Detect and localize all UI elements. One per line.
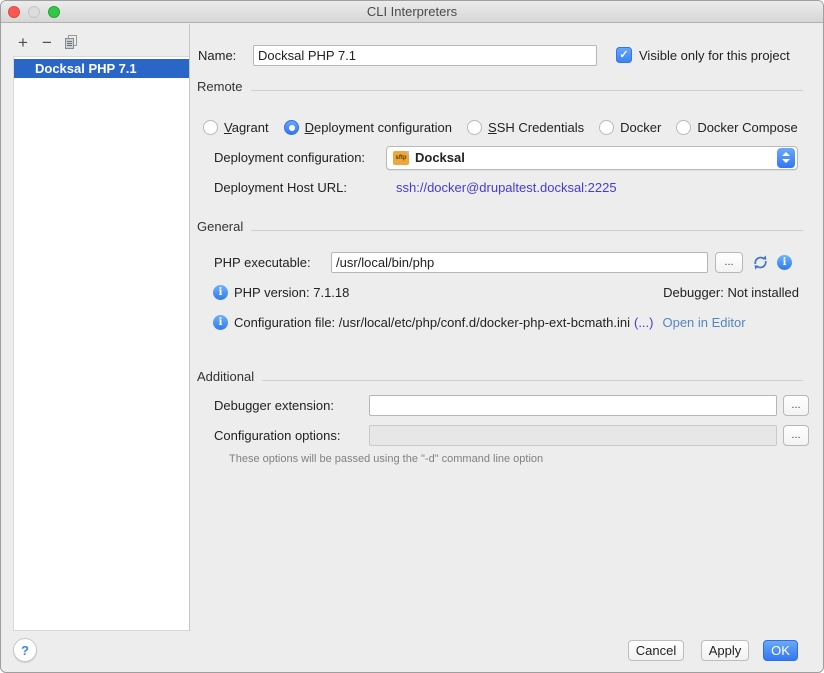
remote-section-header: Remote (197, 79, 243, 94)
section-divider-line (251, 81, 803, 91)
radio-ssh-label: SSH Credentials (488, 120, 584, 135)
radio-circle-selected (284, 120, 299, 135)
radio-deployment-configuration[interactable]: Deployment configuration (284, 120, 452, 135)
radio-vagrant-label: Vagrant (224, 120, 269, 135)
refresh-icon (752, 254, 769, 271)
section-divider-line (262, 371, 803, 381)
sidebar: + − Docksal PHP 7.1 (1, 24, 189, 672)
config-file-text: Configuration file: /usr/local/etc/php/c… (234, 315, 630, 330)
remove-button[interactable]: − (35, 31, 59, 53)
radio-vagrant[interactable]: Vagrant (203, 120, 269, 135)
radio-docker-compose[interactable]: Docker Compose (676, 120, 797, 135)
list-item-docksal-php[interactable]: Docksal PHP 7.1 (14, 59, 189, 78)
open-in-editor-link[interactable]: Open in Editor (662, 315, 745, 330)
configuration-options-input (369, 425, 777, 446)
chevron-down-icon (782, 159, 790, 163)
radio-docker-label: Docker (620, 120, 661, 135)
info-icon (777, 255, 792, 270)
deployment-config-select[interactable]: sftp Docksal (386, 146, 798, 170)
sftp-icon: sftp (393, 151, 409, 165)
name-input[interactable] (253, 45, 597, 66)
deployment-config-label: Deployment configuration: (214, 150, 386, 165)
host-url-value: ssh://docker@drupaltest.docksal:2225 (396, 180, 617, 195)
debugger-extension-label: Debugger extension: (214, 398, 369, 413)
configuration-options-browse-button[interactable]: ... (783, 425, 809, 446)
cancel-button[interactable]: Cancel (628, 640, 684, 661)
visible-project-label: Visible only for this project (639, 48, 790, 63)
radio-circle (203, 120, 218, 135)
php-executable-label: PHP executable: (214, 255, 331, 270)
debugger-status-text: Debugger: Not installed (663, 285, 799, 300)
radio-circle (676, 120, 691, 135)
host-url-label: Deployment Host URL: (214, 180, 396, 195)
php-executable-browse-button[interactable]: ... (715, 252, 743, 273)
radio-circle (599, 120, 614, 135)
visible-project-checkbox[interactable] (616, 47, 632, 63)
general-section-header: General (197, 219, 243, 234)
main-panel: Name: Visible only for this project Remo… (190, 24, 824, 631)
add-button[interactable]: + (11, 31, 35, 53)
ok-button[interactable]: OK (763, 640, 798, 661)
cli-interpreters-dialog: CLI Interpreters + − Docksal PHP 7.1 Nam… (0, 0, 824, 673)
radio-deployment-label: Deployment configuration (305, 120, 452, 135)
select-stepper[interactable] (777, 148, 795, 168)
footer: ? Cancel Apply OK (1, 629, 823, 672)
window-title: CLI Interpreters (1, 4, 823, 19)
reload-phpinfo-button[interactable] (752, 254, 769, 271)
configuration-options-label: Configuration options: (214, 428, 369, 443)
help-button[interactable]: ? (13, 638, 37, 662)
deployment-config-value: Docksal (415, 150, 465, 165)
radio-ssh-credentials[interactable]: SSH Credentials (467, 120, 584, 135)
config-file-expand-link[interactable]: (...) (634, 315, 654, 330)
section-divider-line (251, 221, 803, 231)
interpreter-list: Docksal PHP 7.1 (13, 56, 189, 631)
chevron-up-icon (782, 152, 790, 156)
copy-icon (63, 34, 79, 50)
radio-docker[interactable]: Docker (599, 120, 661, 135)
sidebar-toolbar: + − (11, 31, 83, 53)
debugger-extension-browse-button[interactable]: ... (783, 395, 809, 416)
php-version-text: PHP version: 7.1.18 (234, 285, 349, 300)
info-icon (213, 315, 228, 330)
titlebar: CLI Interpreters (1, 1, 823, 23)
info-icon (213, 285, 228, 300)
options-hint-text: These options will be passed using the "… (229, 453, 543, 465)
radio-docker-compose-label: Docker Compose (697, 120, 797, 135)
debugger-extension-input[interactable] (369, 395, 777, 416)
radio-circle (467, 120, 482, 135)
name-label: Name: (198, 48, 253, 63)
copy-button[interactable] (59, 31, 83, 53)
apply-button[interactable]: Apply (701, 640, 749, 661)
php-executable-input[interactable] (331, 252, 708, 273)
additional-section-header: Additional (197, 369, 254, 384)
